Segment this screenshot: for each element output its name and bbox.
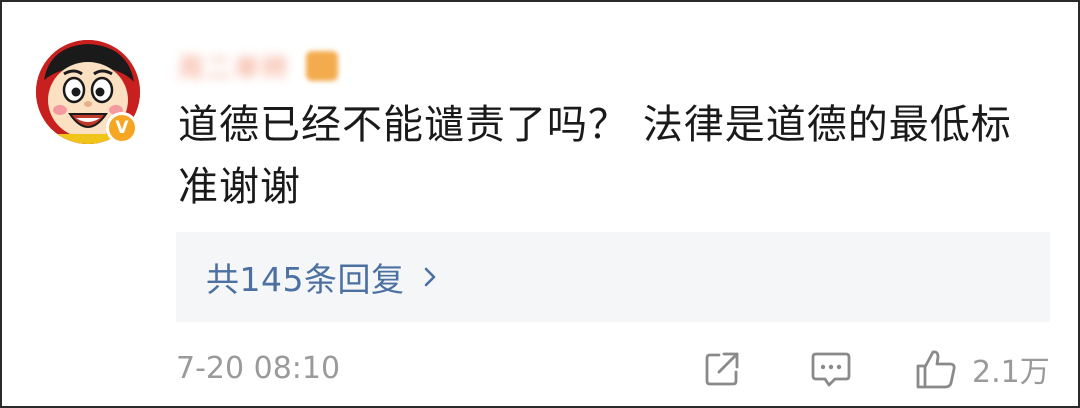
comment-text: 道德已经不能谴责了吗？ 法律是道德的最低标准谢谢 [178, 102, 1012, 210]
username-row[interactable]: 周二单转 [178, 48, 339, 85]
user-level-badge-icon [306, 51, 339, 81]
replies-count-label: 共145条回复 [206, 260, 405, 299]
timestamp: 7-20 08:10 [176, 351, 341, 386]
comment-icon [811, 352, 851, 387]
share-icon [705, 352, 739, 386]
view-replies-button[interactable]: 共145条回复 [176, 232, 1050, 322]
comment-card: V 周二单转 道德已经不能谴责了吗？ 法律是道德的最低标准谢谢 共145条回复 … [0, 0, 1080, 408]
username[interactable]: 周二单转 [178, 48, 290, 85]
share-button[interactable] [702, 349, 742, 389]
like-count: 2.1万 [972, 355, 1050, 390]
comment-button[interactable] [810, 349, 852, 389]
thumbs-up-icon [916, 350, 956, 389]
like-button[interactable]: 2.1万 [914, 349, 1050, 390]
verified-badge-icon: V [106, 112, 138, 144]
chevron-right-icon [424, 267, 435, 287]
